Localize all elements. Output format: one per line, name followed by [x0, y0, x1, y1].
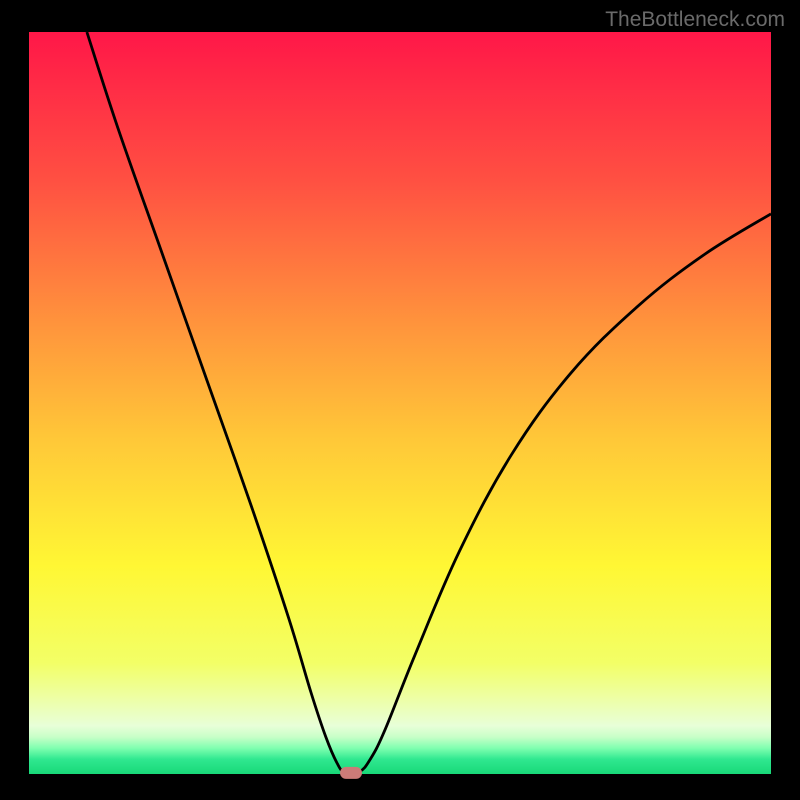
chart-svg	[0, 0, 800, 800]
watermark-text: TheBottleneck.com	[605, 8, 785, 32]
plot-background	[29, 32, 771, 774]
chart-container: TheBottleneck.com	[0, 0, 800, 800]
minimum-marker	[340, 767, 362, 779]
